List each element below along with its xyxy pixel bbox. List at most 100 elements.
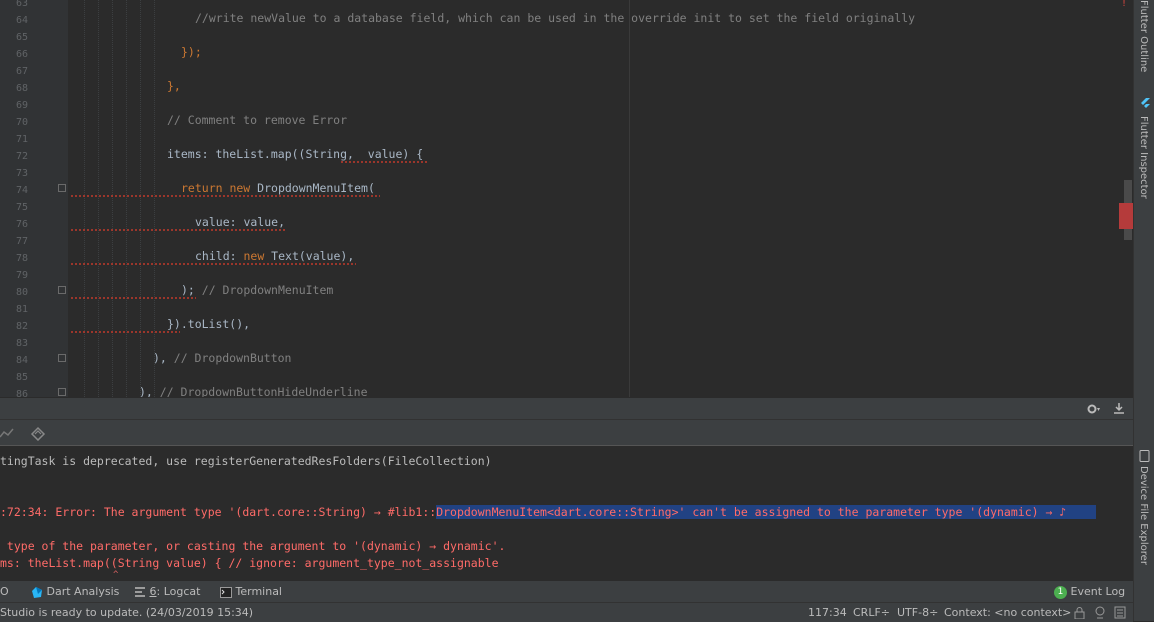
fold-marker[interactable]: [58, 388, 66, 396]
code-editor[interactable]: 63 64 65 66 67 68 69 70 71 72 73 74 75 76 77 78 79 80 81 82…: [0, 0, 1133, 397]
status-message[interactable]: Studio is ready to update. (24/03/2019 1…: [0, 606, 253, 619]
logcat-shortcut: 6: [149, 585, 157, 598]
fold-marker[interactable]: [58, 354, 66, 362]
chart-icon[interactable]: [0, 427, 14, 439]
indent-guide: [154, 0, 155, 397]
keyword-return-new: return new: [181, 181, 251, 195]
line-number: 78: [15, 253, 28, 264]
line-number: 85: [15, 372, 28, 383]
encoding-selector[interactable]: UTF-8÷: [897, 606, 938, 619]
status-bar: Studio is ready to update. (24/03/2019 1…: [0, 602, 1133, 622]
error-squiggle: [70, 296, 196, 299]
memory-indicator-icon[interactable]: [1114, 606, 1126, 619]
tab-dart-analysis-label: Dart Analysis: [46, 585, 120, 598]
indent-guide: [140, 0, 141, 397]
error-squiggle: [70, 228, 286, 231]
code-text: DropdownMenuItem(: [250, 181, 375, 195]
line-number: 70: [15, 117, 28, 128]
line-number: 68: [15, 83, 28, 94]
line-number: 75: [15, 202, 28, 213]
error-squiggle: [340, 160, 428, 163]
error-text-prefix: :72:34: Error: The argument type '(dart.…: [0, 505, 437, 519]
keyword-new: new: [243, 249, 265, 263]
tab-logcat[interactable]: 6: Logcat: [135, 585, 200, 598]
line-number: 83: [15, 338, 28, 349]
tab-terminal[interactable]: Terminal: [220, 585, 282, 598]
selected-error-text: DropdownMenuItem<dart.core::String>' can…: [436, 505, 1097, 519]
line-number: 72: [15, 151, 28, 162]
code-line-68: },: [167, 79, 181, 93]
error-text: :72:34: Error: The argument type '(dart.…: [0, 505, 1097, 519]
code-text: child:: [195, 249, 244, 263]
console-line-deprecation: tingTask is deprecated, use registerGene…: [0, 454, 492, 468]
device-icon: [1139, 450, 1150, 462]
console-line-error: :72:34: Error: The argument type '(dart.…: [0, 503, 1133, 520]
terminal-icon: [220, 586, 232, 598]
clear-log-icon[interactable]: [30, 425, 46, 441]
dart-icon: [32, 586, 42, 598]
code-line-66: });: [181, 45, 202, 59]
tab-dart-analysis[interactable]: Dart Analysis: [30, 585, 119, 599]
line-number: 82: [15, 321, 28, 332]
tab-todo[interactable]: O: [0, 585, 9, 598]
caret-position[interactable]: 117:34: [808, 606, 847, 619]
code-text: );: [181, 283, 195, 297]
tab-terminal-label: Terminal: [235, 585, 283, 598]
logcat-icon: [135, 587, 145, 597]
line-number: 71: [15, 134, 28, 145]
right-tool-window-bar: Flutter Outline Flutter Inspector Device…: [1133, 0, 1154, 621]
console-toolbar: [0, 419, 1133, 446]
fold-marker[interactable]: [58, 184, 66, 192]
line-number: 74: [15, 185, 28, 196]
console-output[interactable]: tingTask is deprecated, use registerGene…: [0, 445, 1133, 581]
indent-guide: [98, 0, 99, 397]
error-squiggle: [70, 194, 380, 197]
tab-event-log[interactable]: 1 Event Log: [1054, 585, 1125, 599]
line-number: 67: [15, 66, 28, 77]
line-number: 63: [15, 0, 28, 9]
tab-event-log-label: Event Log: [1070, 585, 1126, 598]
event-log-badge: 1: [1054, 585, 1067, 599]
lock-icon[interactable]: [1074, 607, 1085, 619]
hide-panel-icon[interactable]: [1113, 402, 1125, 415]
error-squiggle: [70, 262, 356, 265]
indent-guide: [84, 0, 85, 397]
code-line-80: ); // DropdownMenuItem: [181, 283, 333, 297]
tab-device-file-explorer[interactable]: Device File Explorer: [1138, 466, 1149, 565]
line-number: 79: [15, 270, 28, 281]
line-number: 81: [15, 304, 28, 315]
line-number: 69: [15, 100, 28, 111]
closing-label-comment: // DropdownButtonHideUnderline: [152, 385, 368, 397]
code-line-70: // Comment to remove Error: [167, 113, 348, 127]
code-text: ),: [153, 351, 167, 365]
fold-marker[interactable]: [58, 286, 66, 294]
code-line-72: items: theList.map((String, value) {: [167, 147, 424, 161]
tab-logcat-label: : Logcat: [156, 585, 201, 598]
tab-flutter-outline[interactable]: Flutter Outline: [1138, 0, 1149, 72]
line-number: 86: [15, 389, 28, 397]
line-number-gutter[interactable]: 63 64 65 66 67 68 69 70 71 72 73 74 75 76 77 78 79 80 81 82…: [0, 0, 68, 397]
code-line-76: value: value,: [195, 215, 286, 229]
code-line-84: ), // DropdownButton: [153, 351, 291, 365]
code-text: ),: [139, 385, 153, 397]
error-squiggle: [70, 330, 180, 333]
indent-guide: [126, 0, 127, 397]
flutter-icon: [1141, 98, 1150, 108]
gear-icon[interactable]: [1086, 403, 1100, 415]
line-number: 76: [15, 219, 28, 230]
inspector-icon[interactable]: [1094, 606, 1106, 619]
line-number: 73: [15, 168, 28, 179]
tool-window-bar: O Dart Analysis 6: Logcat Terminal 1 Eve…: [0, 580, 1133, 603]
code-line-64: //write newValue to a database field, wh…: [195, 11, 916, 25]
code-text: Text(value),: [264, 249, 355, 263]
right-margin-line: [629, 0, 630, 397]
error-stripe-marker[interactable]: [1119, 203, 1133, 229]
code-line-86: ), // DropdownButtonHideUnderline: [139, 385, 368, 397]
context-selector[interactable]: Context: <no context>: [944, 606, 1071, 619]
code-line-78: child: new Text(value),: [195, 249, 354, 263]
line-number: 65: [15, 32, 28, 43]
tab-flutter-inspector[interactable]: Flutter Inspector: [1138, 116, 1149, 199]
line-number: 84: [15, 355, 28, 366]
error-indicator-icon[interactable]: !: [1121, 0, 1131, 9]
line-separator-selector[interactable]: CRLF÷: [853, 606, 890, 619]
